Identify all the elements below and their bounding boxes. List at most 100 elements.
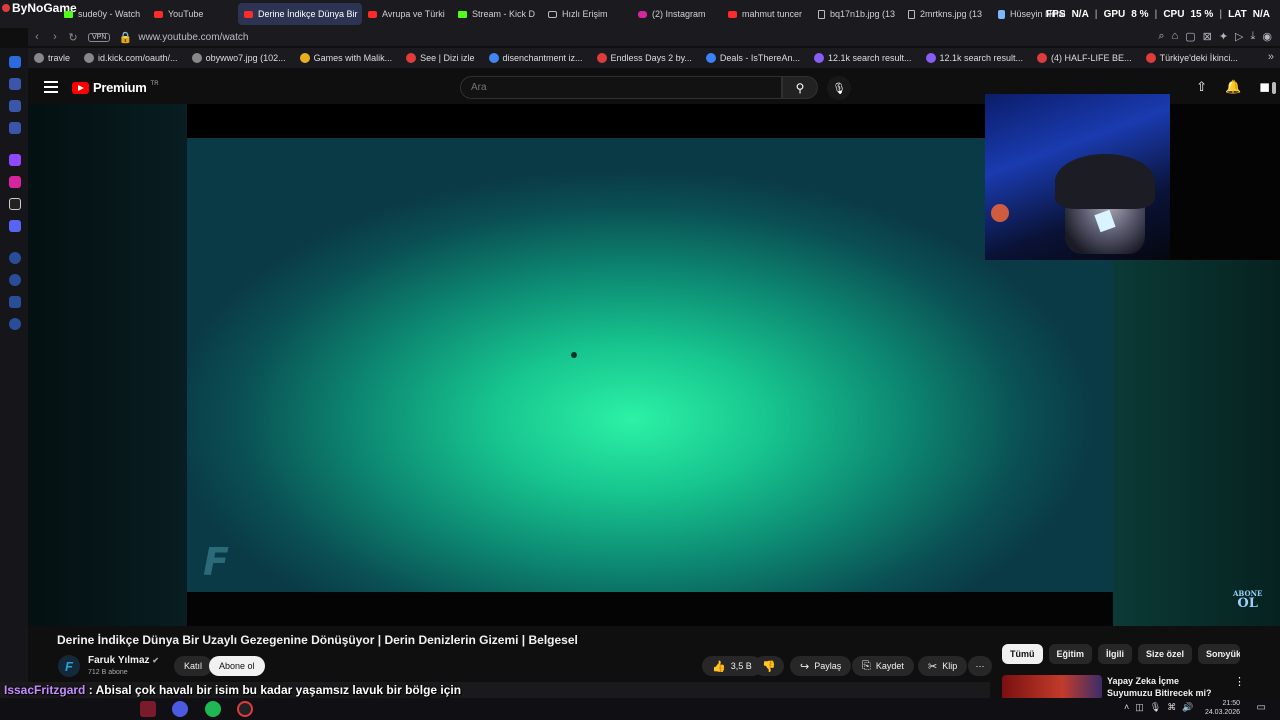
spotify-icon[interactable]	[205, 701, 221, 717]
browser-tab[interactable]: (2) Instagram	[632, 3, 722, 25]
x-icon[interactable]	[9, 198, 21, 210]
search-input[interactable]	[460, 76, 782, 99]
more-actions-button[interactable]: ⋯	[968, 656, 992, 676]
save-button[interactable]: ⎘ Kaydet	[852, 656, 914, 676]
bookmark-item[interactable]: Deals - IsThereAn...	[700, 53, 806, 63]
filter-chip[interactable]: Eğitim	[1048, 644, 1093, 664]
network-icon[interactable]: ⌘	[1167, 702, 1176, 713]
browser-tab[interactable]: mahmut tuncer	[722, 3, 812, 25]
filter-chip[interactable]: Tümü	[1002, 644, 1043, 664]
extensions-icon[interactable]	[9, 296, 21, 308]
taskbar-app-icon[interactable]	[140, 701, 156, 717]
deep-sea-creature	[571, 352, 577, 358]
bookmark-item[interactable]: obywwo7.jpg (102...	[186, 53, 292, 63]
settings-icon[interactable]	[9, 318, 21, 330]
clip-button[interactable]: ✂ Klip	[918, 656, 968, 676]
system-clock[interactable]: 21:50 24.03.2026	[1205, 699, 1240, 717]
youtube-logo[interactable]: Premium TR	[72, 80, 159, 95]
search-button[interactable]: ⚲	[782, 76, 818, 99]
like-button[interactable]: 👍 3,5 B	[702, 656, 762, 676]
bookmark-item[interactable]: (4) HALF-LIFE BE...	[1031, 53, 1138, 63]
browser-tab[interactable]: Hızlı Erişim	[542, 3, 632, 25]
player-icon[interactable]	[9, 252, 21, 264]
subscribe-button[interactable]: Abone ol	[209, 656, 265, 676]
more-vertical-icon[interactable]: ⋮	[1234, 675, 1245, 688]
vpn-badge[interactable]: VPN	[88, 32, 111, 42]
notifications-icon[interactable]: ▭	[1257, 702, 1266, 713]
bookmark-item[interactable]: See | Dizi izle	[400, 53, 480, 63]
filter-chip[interactable]: İlgili	[1098, 644, 1133, 664]
share-icon: ↪	[800, 660, 810, 673]
browser-tab[interactable]: sude0y - Watch	[58, 3, 148, 25]
browser-tab[interactable]: bq17n1b.jpg (13	[812, 3, 902, 25]
bookmark-item[interactable]: Türkiye'deki İkinci...	[1140, 53, 1244, 63]
video-player[interactable]: F ABONE OL	[28, 94, 1280, 626]
pin-icon[interactable]: ⌂	[1172, 30, 1179, 43]
profile-icon[interactable]: ◉	[1262, 30, 1272, 43]
video-frame[interactable]	[187, 138, 1113, 592]
download-icon[interactable]: ⤓	[1251, 30, 1256, 43]
subscribe-watermark[interactable]: ABONE OL	[1233, 590, 1262, 610]
extensions-icon[interactable]: ✦	[1219, 30, 1228, 43]
bookmark-icon: ⎘	[862, 659, 871, 672]
zoom-icon[interactable]: ⌕	[1158, 30, 1164, 43]
bookmarks-overflow-icon[interactable]: »	[1268, 51, 1274, 63]
bookmark-item[interactable]: Games with Malik...	[294, 53, 399, 63]
channel-avatar[interactable]: F	[58, 655, 80, 677]
twitch-icon[interactable]	[9, 154, 21, 166]
sidebar-gaming-icon[interactable]	[9, 100, 21, 112]
discord-icon[interactable]	[9, 220, 21, 232]
bookmark-item[interactable]: 12.1k search result...	[808, 53, 918, 63]
share-button[interactable]: ↪ Paylaş	[790, 656, 852, 676]
sidebar-home-icon[interactable]	[9, 56, 21, 68]
tray-app-icon[interactable]: ◫	[1135, 702, 1144, 713]
browser-tab[interactable]: 2mrtkns.jpg (13	[902, 3, 992, 25]
browser-tab[interactable]: Stream - Kick D	[452, 3, 542, 25]
chevron-right-icon[interactable]: ›	[1222, 647, 1226, 661]
browser-tab-strip: ByNoGame sude0y - Watch YouTube Derine İnd…	[0, 0, 1280, 28]
play-icon[interactable]: ▷	[1235, 30, 1243, 43]
bookmark-item[interactable]: travle	[28, 53, 76, 63]
like-count: 3,5 B	[730, 661, 752, 671]
bookmark-label: 12.1k search result...	[827, 53, 912, 63]
tab-favicon-icon	[458, 10, 467, 18]
video-top-letterbox	[187, 104, 987, 138]
notifications-bell-icon[interactable]: 🔔	[1225, 79, 1241, 95]
bookmark-label: 12.1k search result...	[939, 53, 1024, 63]
bookmark-item[interactable]: Endless Days 2 by...	[591, 53, 698, 63]
snapshot-icon[interactable]: ▢	[1185, 30, 1195, 43]
recommendation-thumbnail[interactable]	[1002, 675, 1102, 700]
instagram-icon[interactable]	[9, 176, 21, 188]
obs-icon[interactable]	[237, 701, 253, 717]
sidebar-messenger-icon[interactable]	[9, 122, 21, 134]
bookmark-item[interactable]: 12.1k search result...	[920, 53, 1030, 63]
microphone-icon[interactable]: 🎙	[1150, 702, 1161, 713]
account-avatar[interactable]: ◼	[1259, 79, 1270, 95]
sidebar-ai-icon[interactable]	[9, 78, 21, 90]
page-scrollbar[interactable]	[1272, 82, 1276, 94]
filter-chip[interactable]: Size özel	[1138, 644, 1193, 664]
dislike-button[interactable]: 👎	[754, 656, 784, 676]
clock-time: 21:50	[1222, 700, 1240, 707]
recommendation-title[interactable]: Yapay Zeka İçme Suyumuzu Bitirecek mi?	[1107, 675, 1227, 699]
browser-tab[interactable]: Derine İndikçe Dünya Bir	[238, 3, 362, 25]
bookmark-item[interactable]: disenchantment iz...	[483, 53, 589, 63]
bookmark-item[interactable]: id.kick.com/oauth/...	[78, 53, 184, 63]
voice-search-button[interactable]: 🎙	[827, 76, 851, 100]
join-button[interactable]: Katıl	[174, 656, 213, 676]
forward-icon[interactable]: ›	[46, 31, 64, 43]
url-field[interactable]: www.youtube.com/watch	[138, 32, 248, 43]
browser-tab[interactable]: YouTube	[148, 3, 238, 25]
create-upload-icon[interactable]: ⇧	[1196, 79, 1207, 95]
opera-gx-icon[interactable]	[172, 701, 188, 717]
volume-icon[interactable]: 🔊	[1182, 702, 1193, 713]
browser-tab[interactable]: Avrupa ve Türki	[362, 3, 452, 25]
history-icon[interactable]	[9, 274, 21, 286]
channel-name[interactable]: Faruk Yılmaz ✔	[88, 655, 159, 666]
reload-icon[interactable]: ↻	[64, 31, 82, 44]
hamburger-menu-icon[interactable]	[44, 81, 58, 93]
adblock-icon[interactable]: ⊠	[1203, 30, 1212, 43]
filter-chip[interactable]: Son yükle	[1198, 644, 1241, 664]
tray-chevron-icon[interactable]: ˄	[1124, 702, 1129, 713]
back-icon[interactable]: ‹	[28, 31, 46, 43]
